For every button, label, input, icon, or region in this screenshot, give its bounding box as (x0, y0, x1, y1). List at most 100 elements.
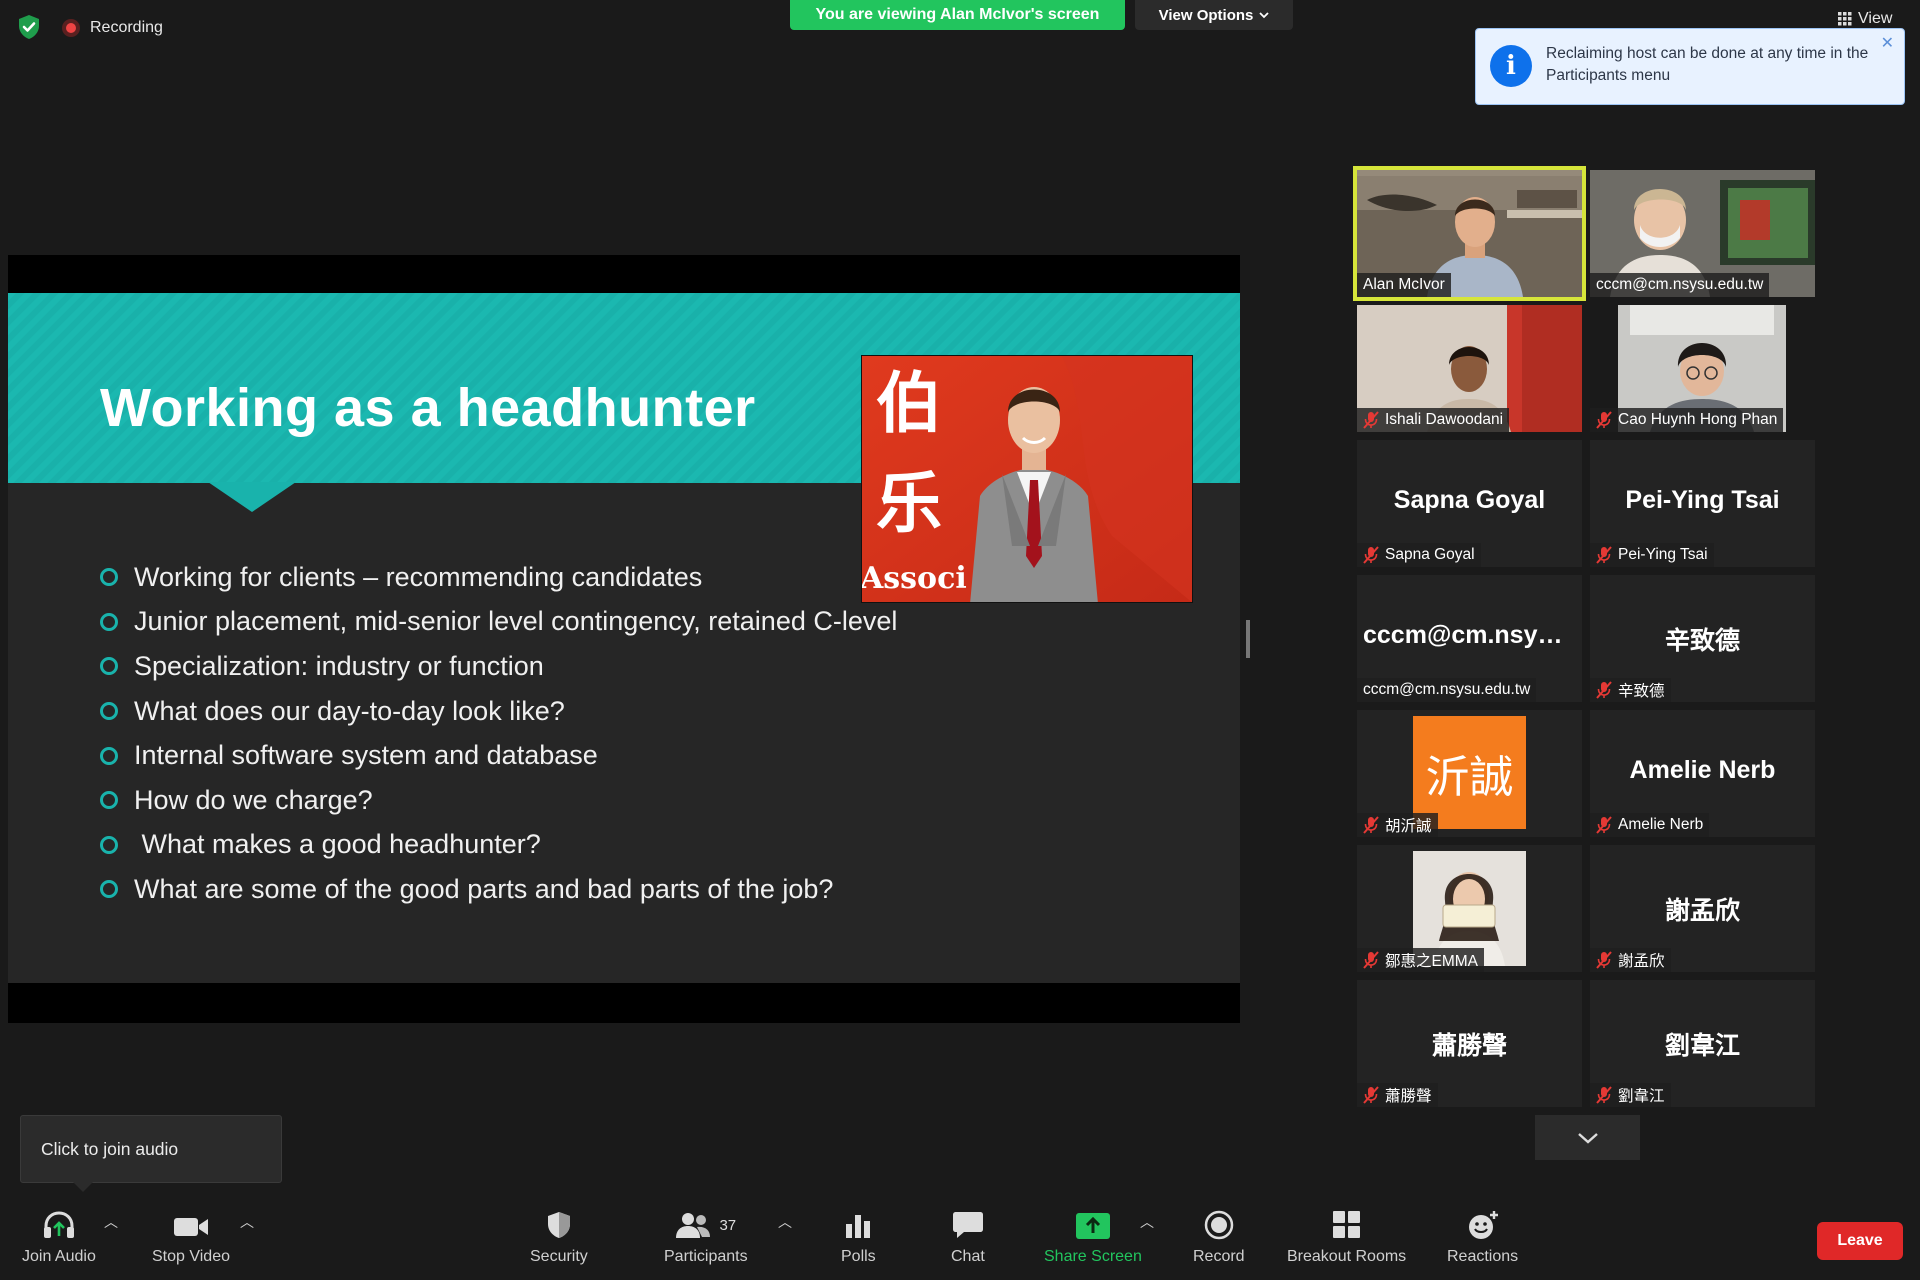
shield-icon (547, 1212, 570, 1238)
chat-label: Chat (951, 1248, 985, 1265)
participants-count: 37 (719, 1216, 737, 1234)
participant-name: 辛致德 (1618, 683, 1665, 700)
mic-muted-icon (1596, 681, 1612, 699)
participant-name: Ishali Dawoodani (1385, 411, 1504, 428)
polls-button[interactable]: Polls (841, 1210, 876, 1266)
bullet-item: What makes a good headhunter? (100, 823, 897, 868)
slide-bullet-list: Working for clients – recommending candi… (100, 555, 897, 912)
record-label: Record (1193, 1248, 1245, 1265)
presenter-photo-image: 伯 乐 Associ (862, 356, 1192, 602)
audio-options-caret-icon[interactable]: ︿ (104, 1212, 118, 1232)
participant-name-tag: Cao Huynh Hong Phan (1590, 408, 1784, 432)
join-audio-label: Join Audio (22, 1248, 96, 1265)
participant-name-tag: Ishali Dawoodani (1357, 408, 1510, 432)
bullet-ring-icon (100, 746, 118, 765)
bullet-ring-icon (100, 835, 118, 854)
participant-tile[interactable]: Alan McIvor (1353, 166, 1586, 301)
participant-tile[interactable]: Cao Huynh Hong Phan (1590, 305, 1815, 432)
photo-char-mid: 乐 (876, 464, 942, 542)
participant-name-tag: 蕭勝聲 (1357, 1083, 1438, 1107)
share-options-caret-icon[interactable]: ︿ (1140, 1212, 1154, 1232)
grid-icon (1838, 12, 1852, 26)
participant-tile[interactable]: cccm@cm.nsysu.edu.tw (1590, 170, 1815, 297)
participant-name-tag: 劉韋江 (1590, 1083, 1671, 1107)
participant-name: Pei-Ying Tsai (1618, 546, 1708, 563)
stop-video-button[interactable]: Stop Video (152, 1210, 230, 1266)
record-button[interactable]: Record (1193, 1210, 1245, 1266)
participant-name-tag: Amelie Nerb (1590, 813, 1710, 837)
chat-button[interactable]: Chat (951, 1210, 985, 1266)
participant-tile[interactable]: 謝孟欣 謝孟欣 (1590, 845, 1815, 972)
bullet-ring-icon (100, 612, 118, 631)
participant-name-tag: 辛致德 (1590, 678, 1671, 702)
zoom-meeting-window: { "top_bar": { "recording_label": "Recor… (0, 0, 1920, 1280)
participant-name: cccm@cm.nsysu.edu.tw (1363, 681, 1531, 698)
mic-muted-icon (1596, 1086, 1612, 1104)
participant-tile[interactable]: 辛致德 辛致德 (1590, 575, 1815, 702)
participant-tile[interactable]: 鄒惠之EMMA (1357, 845, 1582, 972)
mic-muted-icon (1596, 546, 1612, 564)
reactions-button[interactable]: Reactions (1447, 1210, 1518, 1266)
view-options-button[interactable]: View Options (1135, 0, 1293, 30)
close-icon[interactable]: ✕ (1881, 33, 1894, 53)
viewing-screen-banner: You are viewing Alan McIvor's screen (790, 0, 1125, 30)
participant-name-tag: Sapna Goyal (1357, 543, 1481, 567)
participant-name: cccm@cm.nsysu.edu.tw (1596, 276, 1764, 293)
participant-tile[interactable]: cccm@cm.nsysu... cccm@cm.nsysu.edu.tw (1357, 575, 1582, 702)
photo-char-top: 伯 (876, 364, 942, 442)
bullet-ring-icon (100, 657, 118, 676)
participant-tile[interactable]: 沂誠 胡沂誠 (1357, 710, 1582, 837)
mic-muted-icon (1596, 411, 1612, 429)
meeting-toolbar: Join Audio ︿ Stop Video ︿ Security 37 Pa… (0, 1198, 1920, 1280)
splitter-drag-handle[interactable] (1246, 620, 1250, 658)
bullet-item: Internal software system and database (100, 733, 897, 778)
participant-tile[interactable]: 蕭勝聲 蕭勝聲 (1357, 980, 1582, 1107)
participant-tile[interactable]: Amelie Nerb Amelie Nerb (1590, 710, 1815, 837)
participants-options-caret-icon[interactable]: ︿ (778, 1212, 792, 1232)
mic-muted-icon (1596, 951, 1612, 969)
participant-name: 謝孟欣 (1618, 953, 1665, 970)
encryption-shield-icon[interactable] (16, 14, 42, 40)
participant-tile[interactable]: Sapna Goyal Sapna Goyal (1357, 440, 1582, 567)
info-icon: i (1490, 45, 1532, 87)
toast-message: Reclaiming host can be done at any time … (1546, 45, 1869, 84)
participant-tile[interactable]: 劉韋江 劉韋江 (1590, 980, 1815, 1107)
participant-display-name: 蕭勝聲 (1431, 1032, 1507, 1060)
participants-button[interactable]: 37 Participants (664, 1210, 748, 1266)
leave-button[interactable]: Leave (1817, 1222, 1903, 1260)
participants-label: Participants (664, 1248, 748, 1265)
participant-name: 劉韋江 (1618, 1088, 1665, 1105)
security-label: Security (530, 1248, 588, 1265)
slide-title: Working as a headhunter (100, 378, 756, 438)
share-screen-label: Share Screen (1044, 1248, 1142, 1265)
view-button[interactable]: View (1838, 10, 1892, 28)
recording-indicator[interactable]: Recording (62, 16, 163, 40)
mic-muted-icon (1363, 951, 1379, 969)
share-screen-button[interactable]: Share Screen (1044, 1210, 1142, 1266)
reactions-label: Reactions (1447, 1248, 1519, 1265)
bullet-item: How do we charge? (100, 778, 897, 823)
participant-name: Alan McIvor (1363, 276, 1445, 293)
gallery-next-page-button[interactable] (1535, 1115, 1640, 1160)
notification-toast: i Reclaiming host can be done at any tim… (1475, 28, 1905, 105)
chevron-down-icon (1577, 1132, 1598, 1144)
join-audio-button[interactable]: Join Audio (22, 1210, 96, 1266)
bullet-ring-icon (100, 880, 118, 899)
shared-screen: Working as a headhunter 伯 乐 Associ Worki… (8, 255, 1240, 1023)
video-options-caret-icon[interactable]: ︿ (240, 1212, 254, 1232)
security-button[interactable]: Security (530, 1210, 588, 1266)
bullet-item: Specialization: industry or function (100, 644, 897, 689)
bullet-ring-icon (100, 568, 118, 587)
record-icon (1204, 1210, 1234, 1240)
participant-name-tag: cccm@cm.nsysu.edu.tw (1357, 678, 1537, 702)
chevron-down-icon (1259, 12, 1270, 19)
participant-tile[interactable]: Pei-Ying Tsai Pei-Ying Tsai (1590, 440, 1815, 567)
presentation-slide: Working as a headhunter 伯 乐 Associ Worki… (8, 293, 1240, 983)
participant-name-tag: Alan McIvor (1357, 273, 1451, 297)
participant-tile[interactable]: Ishali Dawoodani (1357, 305, 1582, 432)
stop-video-label: Stop Video (152, 1248, 230, 1265)
slide-presenter-photo: 伯 乐 Associ (861, 355, 1193, 603)
participant-name: Amelie Nerb (1618, 816, 1704, 833)
participant-display-name: Pei-Ying Tsai (1625, 486, 1780, 514)
breakout-rooms-button[interactable]: Breakout Rooms (1287, 1210, 1406, 1266)
